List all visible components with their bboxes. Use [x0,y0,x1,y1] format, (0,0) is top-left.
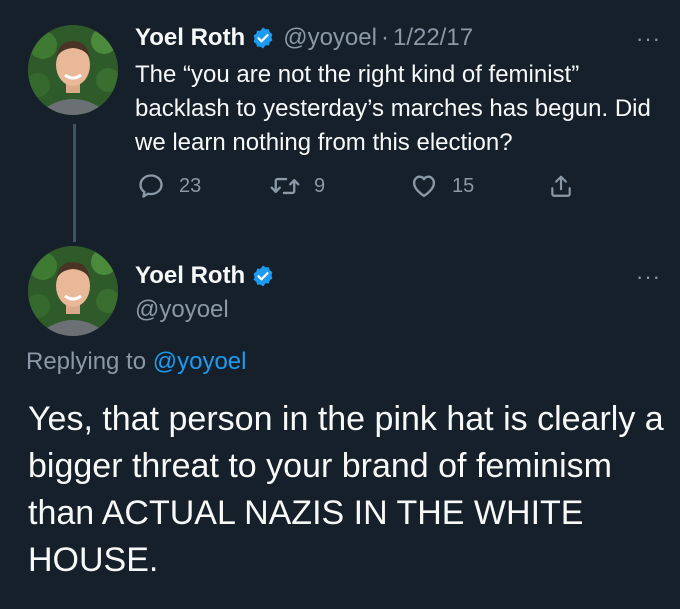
like-icon [412,175,436,198]
like-button[interactable]: 15 [410,172,474,200]
reply-count: 23 [179,174,202,197]
like-count: 15 [452,174,475,197]
replying-to: Replying to @yoyoel [26,348,247,376]
reply-button[interactable]: 23 [137,172,201,200]
avatar[interactable] [28,25,118,115]
more-icon[interactable]: ··· [636,266,661,288]
retweet-icon [270,177,300,195]
author-name[interactable]: Yoel Roth [135,262,245,290]
retweet-button[interactable]: 9 [270,172,325,200]
date-separator: · [380,24,389,51]
retweet-count: 9 [314,174,326,197]
avatar[interactable] [28,246,118,336]
tweet-actions: 23 9 15 [0,170,680,202]
replying-to-label: Replying to [26,348,147,375]
author-name[interactable]: Yoel Roth [135,24,245,52]
more-icon[interactable]: ··· [636,28,661,50]
verified-badge-icon [251,26,275,50]
share-button[interactable] [548,172,588,200]
tweet-date[interactable]: 1/22/17 [393,24,473,52]
author-handle[interactable]: @yoyoel [283,24,377,52]
tweet1-header: Yoel Roth @yoyoel · 1/22/17 [135,24,473,52]
tweet2-text: Yes, that person in the pink hat is clea… [28,400,664,579]
replying-to-mention[interactable]: @yoyoel [153,348,247,375]
reply-icon [139,174,163,198]
author-handle[interactable]: @yoyoel [135,296,229,324]
tweet2-header: Yoel Roth [135,262,275,290]
share-icon [551,175,571,197]
verified-badge-icon [251,264,275,288]
tweet1-text: The “you are not the right kind of femin… [135,61,651,156]
